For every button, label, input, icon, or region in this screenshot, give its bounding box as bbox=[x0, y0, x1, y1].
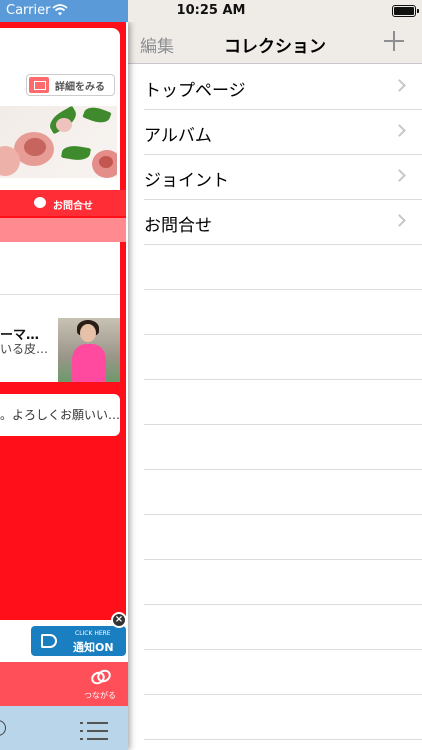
home-tab-icon[interactable] bbox=[0, 720, 6, 736]
screen: Carrier 10:25 AM 詳細をみる お問合せ ーマ… いる皮… 。よろ… bbox=[0, 0, 422, 750]
detail-button[interactable]: 詳細をみる bbox=[26, 74, 115, 96]
notify-on-button[interactable]: CLICK HERE 通知ON bbox=[31, 626, 126, 656]
notify-small-label: CLICK HERE bbox=[75, 630, 111, 637]
app-tab-bar bbox=[0, 706, 128, 750]
notify-close-icon[interactable]: × bbox=[111, 612, 127, 628]
chevron-right-icon bbox=[393, 169, 406, 182]
app-content-panel[interactable]: 詳細をみる お問合せ ーマ… いる皮… 。よろしくお願いい… CLICK HER… bbox=[0, 22, 128, 750]
nav-bar: 編集 コレクション bbox=[128, 22, 422, 64]
collection-panel: 編集 コレクション トップページ アルバム ジョイント お問合せ bbox=[128, 22, 422, 750]
status-bar: Carrier 10:25 AM bbox=[0, 0, 422, 22]
list-item[interactable]: お問合せ bbox=[128, 200, 422, 245]
chevron-right-icon bbox=[393, 214, 406, 227]
news-photo[interactable] bbox=[58, 318, 120, 382]
contact-label: お問合せ bbox=[53, 201, 93, 212]
list-item[interactable]: アルバム bbox=[128, 110, 422, 155]
notify-big-label: 通知ON bbox=[73, 641, 114, 654]
flower-image bbox=[0, 106, 117, 178]
list-item[interactable]: ジョイント bbox=[128, 155, 422, 200]
list-item-label: トップページ bbox=[144, 81, 246, 101]
pink-strip bbox=[0, 218, 126, 242]
empty-row bbox=[128, 515, 422, 560]
detail-icon bbox=[29, 77, 49, 93]
news-subtitle: いる皮… bbox=[0, 342, 49, 356]
row-separator bbox=[144, 739, 422, 740]
chat-bubble-icon bbox=[34, 197, 46, 208]
empty-row bbox=[128, 380, 422, 425]
status-time: 10:25 AM bbox=[176, 3, 246, 18]
greeting-text: 。よろしくお願いい… bbox=[0, 408, 121, 422]
empty-row bbox=[128, 245, 422, 290]
empty-row bbox=[128, 605, 422, 650]
empty-row bbox=[128, 470, 422, 515]
battery-icon bbox=[392, 5, 419, 17]
empty-row bbox=[128, 560, 422, 605]
list-item[interactable]: トップページ bbox=[128, 65, 422, 110]
contact-bar[interactable]: お問合せ bbox=[0, 190, 126, 216]
list-item-label: ジョイント bbox=[144, 171, 229, 191]
page-title: コレクション bbox=[224, 37, 326, 57]
list-item-label: アルバム bbox=[144, 126, 212, 146]
list-menu-icon[interactable] bbox=[80, 720, 108, 742]
empty-row bbox=[128, 335, 422, 380]
empty-row bbox=[128, 695, 422, 740]
link-label: つながる bbox=[84, 691, 116, 700]
chevron-right-icon bbox=[393, 124, 406, 137]
add-icon[interactable] bbox=[384, 31, 404, 51]
link-logo-icon[interactable] bbox=[90, 668, 112, 686]
detail-button-label: 詳細をみる bbox=[55, 82, 105, 93]
megaphone-icon bbox=[41, 634, 57, 648]
list-item-label: お問合せ bbox=[144, 216, 212, 236]
content-divider bbox=[0, 294, 120, 295]
collection-list: トップページ アルバム ジョイント お問合せ bbox=[128, 65, 422, 740]
empty-row bbox=[128, 425, 422, 470]
chevron-right-icon bbox=[393, 79, 406, 92]
empty-row bbox=[128, 290, 422, 335]
empty-row bbox=[128, 650, 422, 695]
